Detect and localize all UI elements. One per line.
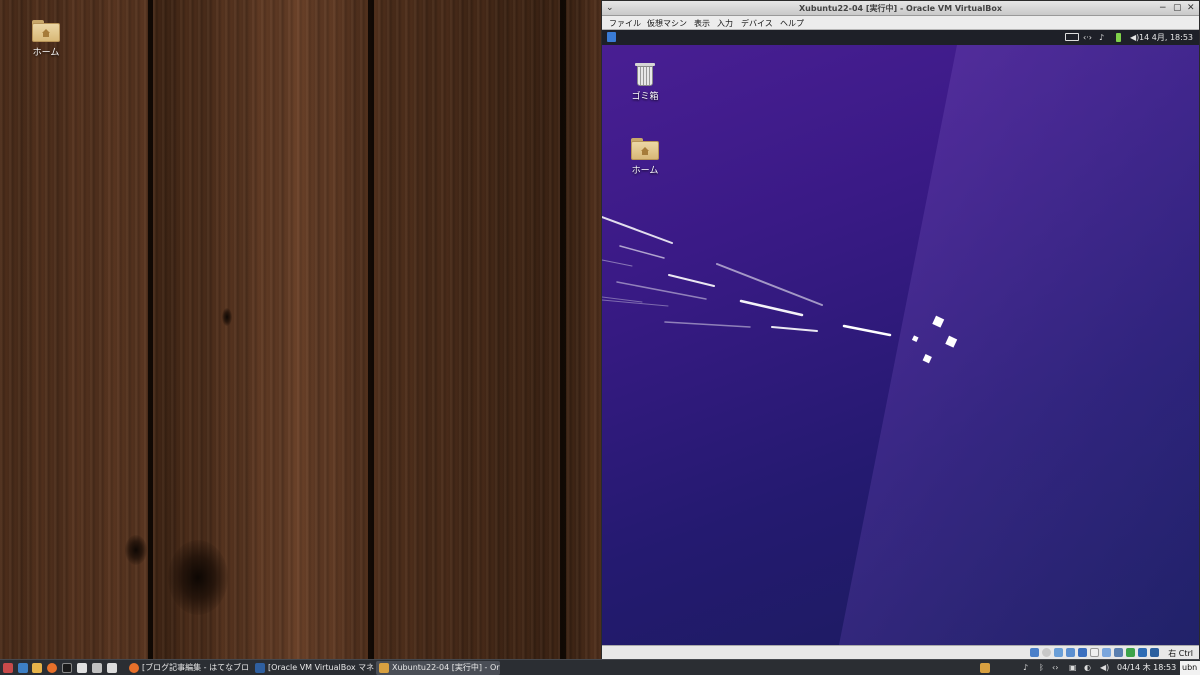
power-icon[interactable]: ◐ <box>1084 663 1091 673</box>
virtualbox-tray-icon[interactable] <box>980 663 990 673</box>
desktop-icon-label: ホーム <box>32 48 60 58</box>
vm-menubar: ファイル 仮想マシン 表示 入力 デバイス ヘルプ <box>602 16 1199 30</box>
firefox-icon[interactable] <box>47 663 57 673</box>
close-button[interactable]: ✕ <box>1187 3 1195 13</box>
task-button-xubuntu-vm[interactable]: Xubuntu22-04 [実行中] - Ora… <box>376 661 500 675</box>
file-manager-icon[interactable] <box>32 663 42 673</box>
wallpaper-light-panel <box>839 45 1199 645</box>
shared-folders-icon[interactable] <box>1090 648 1099 657</box>
app-menu-icon[interactable] <box>3 663 13 673</box>
guest-desktop-icon-home[interactable]: ホーム <box>617 138 673 176</box>
usb-icon[interactable] <box>1078 648 1087 657</box>
optical-drive-icon[interactable] <box>1042 648 1051 657</box>
virtualbox-icon <box>255 663 265 673</box>
trash-icon <box>635 62 655 86</box>
maximize-button[interactable]: ▢ <box>1173 3 1182 13</box>
wood-knot <box>222 308 232 326</box>
battery-icon[interactable] <box>1116 33 1121 42</box>
show-desktop-icon[interactable] <box>18 663 28 673</box>
menu-devices[interactable]: デバイス <box>741 18 773 29</box>
bluetooth-icon[interactable]: ᛒ <box>1039 663 1044 673</box>
menu-input[interactable]: 入力 <box>717 18 733 29</box>
virtualbox-vm-window[interactable]: ⌄ Xubuntu22-04 [実行中] - Oracle VM Virtual… <box>601 0 1200 659</box>
volume-icon[interactable]: ◀) <box>1100 663 1109 673</box>
screenshot-icon[interactable]: ▣ <box>1069 663 1077 673</box>
task-label: Xubuntu22-04 [実行中] - Ora… <box>392 663 500 672</box>
settings-icon[interactable] <box>92 663 102 673</box>
home-folder-icon <box>32 20 60 42</box>
window-title: Xubuntu22-04 [実行中] - Oracle VM VirtualBo… <box>798 4 1002 13</box>
task-label: [ブログ記事編集 - はてなブロ… <box>142 663 250 672</box>
display-icon[interactable] <box>1102 648 1111 657</box>
host-clock[interactable]: 04/14 木 18:53 <box>1117 662 1176 673</box>
text-editor-icon[interactable] <box>77 663 87 673</box>
notes-icon[interactable] <box>107 663 117 673</box>
home-folder-icon <box>631 138 659 160</box>
menu-help[interactable]: ヘルプ <box>780 18 804 29</box>
network-adapter-icon[interactable] <box>1066 648 1075 657</box>
desktop-icon-label: ホーム <box>631 166 659 176</box>
hard-disk-icon[interactable] <box>1030 648 1039 657</box>
guest-screen[interactable]: ‹·› ♪ ◀) 14 4月, 18:53 ゴミ箱 ホーム <box>602 30 1199 645</box>
notification-bell-icon[interactable]: ♪ <box>1023 663 1028 673</box>
virtualbox-vm-icon <box>379 663 389 673</box>
audio-icon[interactable] <box>1054 648 1063 657</box>
workspace-switcher[interactable]: ubn <box>1180 661 1200 675</box>
firefox-icon <box>129 663 139 673</box>
recording-icon[interactable] <box>1114 648 1123 657</box>
mouse-integration-icon[interactable] <box>1138 648 1147 657</box>
network-icon[interactable] <box>1065 33 1079 41</box>
bell-icon[interactable]: ♪ <box>1099 33 1104 42</box>
desktop-icon-label: ゴミ箱 <box>631 92 659 102</box>
virtualization-icon[interactable] <box>1126 648 1135 657</box>
vm-statusbar: 右 Ctrl <box>602 645 1199 659</box>
volume-icon[interactable]: ◀) <box>1130 33 1139 42</box>
terminal-icon[interactable] <box>62 663 72 673</box>
keyboard-capture-icon[interactable] <box>1150 648 1159 657</box>
desktop-icon-home[interactable]: ホーム <box>18 20 74 58</box>
task-label: [Oracle VM VirtualBox マネ… <box>268 663 374 672</box>
guest-desktop-icon-trash[interactable]: ゴミ箱 <box>617 62 673 102</box>
wallpaper-streaks <box>602 216 892 337</box>
task-button-firefox[interactable]: [ブログ記事編集 - はてなブロ… <box>126 661 250 675</box>
task-button-virtualbox-manager[interactable]: [Oracle VM VirtualBox マネ… <box>252 661 374 675</box>
host-taskbar: [ブログ記事編集 - はてなブロ… [Oracle VM VirtualBox … <box>0 659 1200 675</box>
network-transfer-icon[interactable]: ‹› <box>1052 663 1058 673</box>
menu-machine[interactable]: 仮想マシン <box>647 18 687 29</box>
guest-clock[interactable]: 14 4月, 18:53 <box>1139 32 1193 43</box>
guest-wallpaper-art <box>602 45 1199 645</box>
menu-view[interactable]: 表示 <box>694 18 710 29</box>
wood-knot <box>168 540 228 615</box>
minimize-button[interactable]: − <box>1159 3 1167 13</box>
transfer-icon[interactable]: ‹·› <box>1083 33 1092 42</box>
menu-file[interactable]: ファイル <box>609 18 641 29</box>
whisker-menu-icon[interactable] <box>607 32 616 42</box>
window-titlebar[interactable]: ⌄ Xubuntu22-04 [実行中] - Oracle VM Virtual… <box>602 1 1199 16</box>
wood-knot <box>125 535 147 565</box>
host-key-label: 右 Ctrl <box>1168 649 1193 658</box>
guest-top-panel: ‹·› ♪ ◀) 14 4月, 18:53 <box>602 30 1199 45</box>
